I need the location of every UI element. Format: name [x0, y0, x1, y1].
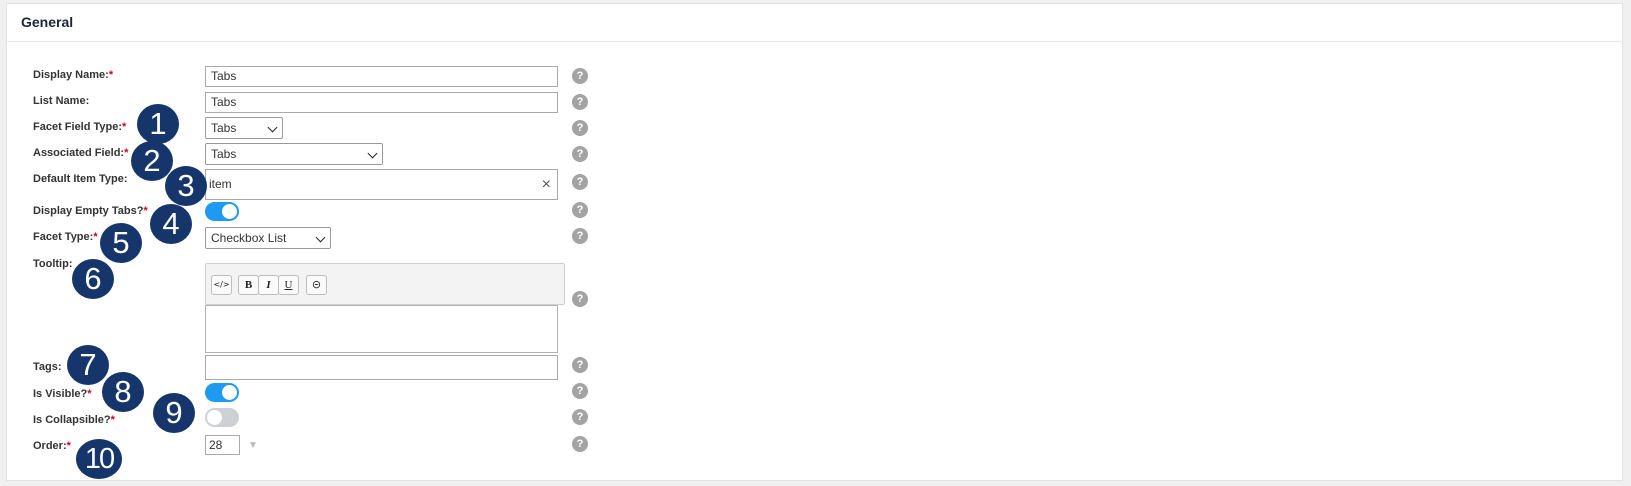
associated-field-label: Associated Field:* — [33, 147, 129, 159]
order-input[interactable]: 28 — [205, 435, 240, 455]
italic-button[interactable]: I — [258, 275, 279, 295]
clear-icon[interactable]: × — [542, 177, 551, 193]
help-icon[interactable]: ? — [572, 383, 588, 399]
callout-badge: 1 — [137, 104, 179, 144]
is-collapsible-toggle[interactable] — [205, 408, 239, 427]
section-title: General — [21, 14, 74, 30]
associated-field-select[interactable]: Tabs — [205, 143, 383, 165]
help-icon[interactable]: ? — [572, 174, 588, 190]
help-icon[interactable]: ? — [572, 357, 588, 373]
panel-header: General — [7, 4, 1622, 42]
facet-field-type-select[interactable]: Tabs — [205, 117, 283, 139]
tooltip-label: Tooltip: — [33, 258, 73, 270]
help-icon[interactable]: ? — [572, 228, 588, 244]
help-icon[interactable]: ? — [572, 436, 588, 452]
callout-badge: 2 — [131, 141, 173, 181]
help-icon[interactable]: ? — [572, 409, 588, 425]
code-view-button[interactable]: </> — [211, 275, 232, 295]
callout-badge: 3 — [165, 166, 207, 206]
callout-badge: 9 — [153, 393, 195, 433]
facet-type-select[interactable]: Checkbox List — [205, 227, 331, 249]
default-item-type-label: Default Item Type: — [33, 173, 128, 185]
order-label: Order:* — [33, 440, 71, 452]
is-visible-label: Is Visible?* — [33, 388, 92, 400]
help-icon[interactable]: ? — [572, 146, 588, 162]
help-icon[interactable]: ? — [572, 120, 588, 136]
facet-field-type-label: Facet Field Type:* — [33, 121, 127, 133]
toggle-knob — [222, 204, 237, 219]
default-item-type-input[interactable]: item × — [205, 169, 558, 200]
tags-label: Tags: — [33, 361, 62, 373]
callout-badge: 10 — [76, 439, 122, 479]
pin-icon: ▼ — [248, 440, 258, 451]
underline-button[interactable]: U — [278, 275, 299, 295]
display-name-input[interactable]: Tabs — [205, 66, 558, 87]
toggle-knob — [207, 410, 222, 425]
callout-badge: 7 — [67, 345, 109, 385]
chevron-down-icon — [367, 148, 378, 159]
help-icon[interactable]: ? — [572, 202, 588, 218]
callout-badge: 4 — [150, 204, 192, 244]
list-name-input[interactable]: Tabs — [205, 92, 558, 113]
display-empty-tabs-label: Display Empty Tabs?* — [33, 205, 148, 217]
display-name-label: Display Name:* — [33, 69, 114, 81]
is-visible-toggle[interactable] — [205, 383, 239, 402]
chevron-down-icon — [267, 122, 278, 133]
facet-type-label: Facet Type:* — [33, 231, 98, 243]
tags-input[interactable] — [205, 355, 558, 380]
help-icon[interactable]: ? — [572, 94, 588, 110]
is-collapsible-label: Is Collapsible?* — [33, 414, 115, 426]
link-icon[interactable]: ⊝ — [306, 275, 327, 295]
tooltip-editor-toolbar: </> B I U ⊝ — [205, 263, 565, 305]
help-icon[interactable]: ? — [572, 291, 588, 307]
toggle-knob — [222, 385, 237, 400]
bold-button[interactable]: B — [238, 275, 259, 295]
display-empty-tabs-toggle[interactable] — [205, 202, 239, 221]
callout-badge: 5 — [100, 223, 142, 263]
list-name-label: List Name: — [33, 95, 90, 107]
callout-badge: 6 — [72, 259, 114, 299]
callout-badge: 8 — [102, 372, 144, 412]
chevron-down-icon — [315, 232, 326, 243]
help-icon[interactable]: ? — [572, 68, 588, 84]
tooltip-editor[interactable] — [205, 305, 558, 353]
